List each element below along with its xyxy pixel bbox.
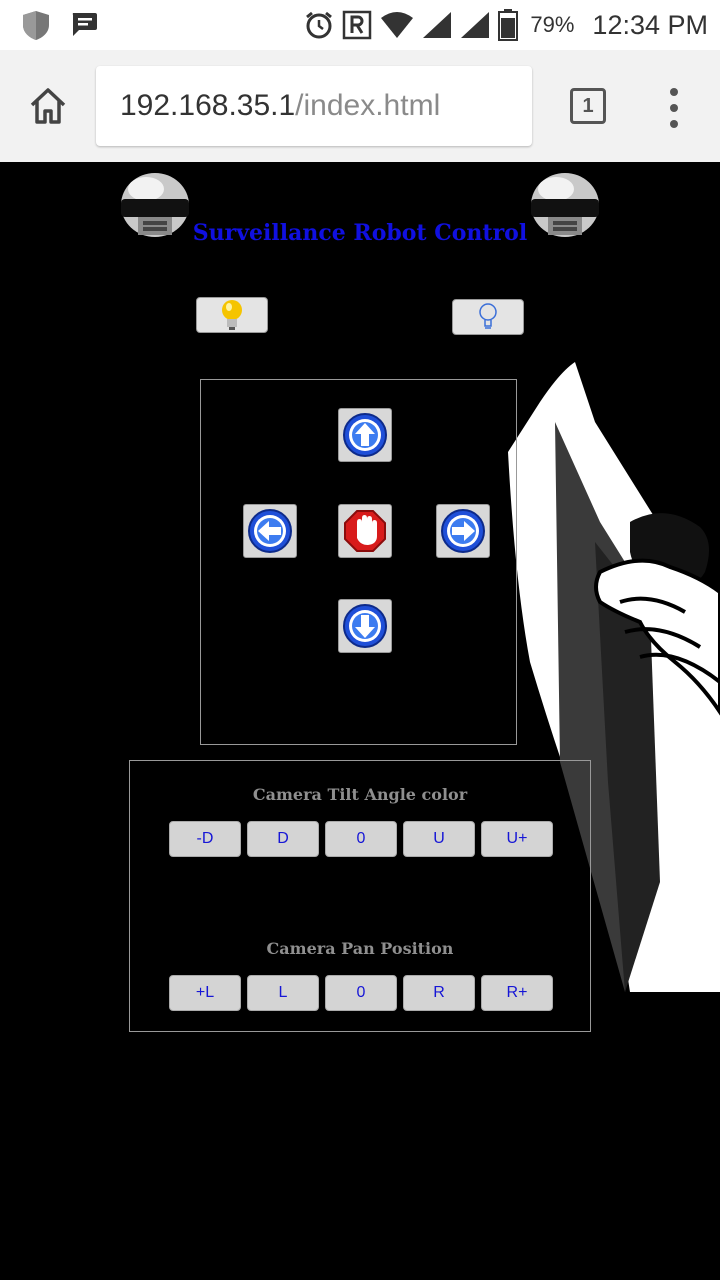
- url-path: /index.html: [295, 89, 441, 122]
- pan-center-button[interactable]: 0: [325, 975, 397, 1011]
- right-arrow-icon: [441, 509, 485, 553]
- light-on-button[interactable]: [196, 297, 268, 333]
- wifi-icon: [381, 12, 414, 38]
- browser-toolbar: 192.168.35.1/index.html 1: [0, 50, 720, 162]
- page-content: Surveillance Robot Control Camera Tilt A…: [0, 162, 720, 1280]
- alarm-icon: [306, 11, 333, 39]
- move-backward-button[interactable]: [338, 599, 392, 653]
- pan-right-fast-button[interactable]: R+: [481, 975, 553, 1011]
- up-arrow-icon: [343, 413, 387, 457]
- drive-control-panel: [200, 379, 517, 745]
- battery-percent: 79%: [530, 12, 575, 37]
- tilt-up-fast-button[interactable]: U+: [481, 821, 553, 857]
- overflow-menu-icon[interactable]: [664, 88, 684, 128]
- home-icon[interactable]: [28, 87, 68, 125]
- stop-button[interactable]: [338, 504, 392, 558]
- camera-control-panel: Camera Tilt Angle color -D D 0 U U+ Came…: [129, 760, 591, 1032]
- signal-icon: [461, 12, 490, 38]
- down-arrow-icon: [343, 604, 387, 648]
- stop-hand-icon: [344, 510, 386, 552]
- left-arrow-icon: [248, 509, 292, 553]
- camera-pan-buttons: +L L 0 R R+: [169, 975, 553, 1011]
- pan-right-button[interactable]: R: [403, 975, 475, 1011]
- pan-left-button[interactable]: L: [247, 975, 319, 1011]
- turn-left-button[interactable]: [243, 504, 297, 558]
- tab-switcher-button[interactable]: 1: [570, 88, 606, 124]
- url-bar[interactable]: 192.168.35.1/index.html: [96, 66, 532, 146]
- pan-left-fast-button[interactable]: +L: [169, 975, 241, 1011]
- tilt-up-button[interactable]: U: [403, 821, 475, 857]
- tilt-down-button[interactable]: D: [247, 821, 319, 857]
- camera-tilt-buttons: -D D 0 U U+: [169, 821, 553, 857]
- camera-pan-label: Camera Pan Position: [266, 939, 454, 958]
- camera-tilt-label: Camera Tilt Angle color: [252, 785, 468, 804]
- light-off-button[interactable]: [452, 299, 524, 335]
- light-on-bulb-icon: [222, 300, 242, 330]
- shield-icon: [23, 11, 49, 40]
- signal-icon: [423, 12, 452, 38]
- url-host: 192.168.35.1: [120, 89, 296, 122]
- page-title: Surveillance Robot Control: [192, 220, 528, 246]
- roaming-icon: [343, 10, 372, 40]
- clock: 12:34 PM: [592, 9, 708, 40]
- message-icon: [72, 13, 97, 36]
- move-forward-button[interactable]: [338, 408, 392, 462]
- light-off-bulb-icon: [479, 303, 497, 329]
- tilt-center-button[interactable]: 0: [325, 821, 397, 857]
- battery-icon: [498, 9, 519, 41]
- turn-right-button[interactable]: [436, 504, 490, 558]
- status-bar: 79% 12:34 PM: [0, 0, 720, 50]
- tilt-down-fast-button[interactable]: -D: [169, 821, 241, 857]
